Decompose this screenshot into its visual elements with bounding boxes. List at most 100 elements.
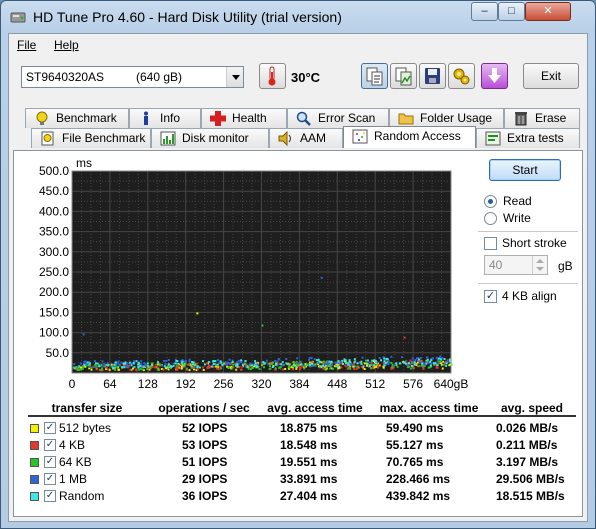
title-bar[interactable]: HD Tune Pro 4.60 - Hard Disk Utility (tr…: [1, 1, 595, 33]
tab-health[interactable]: Health: [201, 108, 287, 128]
series-checkbox[interactable]: ✓: [44, 456, 56, 468]
tab-folder-usage[interactable]: Folder Usage: [389, 108, 504, 128]
short-stroke-spinner[interactable]: 40: [484, 255, 548, 275]
data-point: [177, 365, 180, 368]
series-checkbox[interactable]: ✓: [44, 439, 56, 451]
data-point: [165, 360, 168, 362]
series-checkbox[interactable]: ✓: [44, 490, 56, 502]
data-point: [449, 360, 451, 363]
data-point: [196, 368, 199, 371]
drive-select[interactable]: ST9640320AS (640 gB): [21, 66, 244, 88]
data-point: [267, 363, 270, 366]
download-button[interactable]: [481, 63, 508, 89]
header-avg-access: avg. access time: [267, 401, 363, 415]
exit-button[interactable]: Exit: [523, 63, 579, 89]
data-point: [217, 368, 220, 371]
data-point: [216, 367, 218, 370]
header-transfer-size: transfer size: [51, 401, 123, 415]
options-button[interactable]: [448, 63, 475, 89]
data-point: [274, 367, 277, 370]
spinner-arrows-icon[interactable]: [532, 256, 547, 274]
data-point: [348, 359, 351, 362]
data-point: [99, 369, 102, 372]
data-point: [135, 368, 138, 371]
tab-extra-tests[interactable]: Extra tests: [476, 128, 580, 148]
data-point: [425, 356, 428, 359]
tab-label: AAM: [300, 131, 327, 145]
data-point: [419, 361, 422, 364]
data-point: [103, 362, 106, 365]
data-point: [421, 362, 424, 365]
max-access-value: 228.466 ms: [386, 472, 451, 486]
data-point: [328, 360, 331, 363]
avg-access-value: 18.875 ms: [280, 421, 338, 435]
read-radio[interactable]: [484, 195, 497, 208]
data-point: [120, 361, 123, 364]
data-point: [117, 360, 120, 363]
data-point: [254, 360, 257, 363]
write-radio[interactable]: [484, 212, 497, 225]
max-access-value: 439.842 ms: [386, 489, 451, 503]
data-point: [170, 365, 173, 368]
start-button[interactable]: Start: [489, 159, 561, 181]
data-point: [360, 362, 363, 365]
tab-disk-monitor[interactable]: Disk monitor: [151, 128, 269, 148]
data-point: [300, 361, 303, 364]
data-point: [265, 359, 268, 362]
menu-file[interactable]: File: [17, 38, 36, 52]
extra-tests-icon: [485, 131, 501, 146]
save-button[interactable]: [419, 63, 446, 89]
chevron-down-icon[interactable]: [226, 67, 243, 87]
drive-name: ST9640320AS: [26, 70, 105, 84]
data-point: [73, 363, 76, 366]
short-stroke-checkbox[interactable]: [484, 237, 497, 250]
series-checkbox[interactable]: ✓: [44, 422, 56, 434]
tab-file-benchmark[interactable]: File Benchmark: [31, 128, 151, 148]
data-point: [393, 364, 396, 367]
data-point: [373, 359, 376, 362]
data-point: [341, 359, 344, 362]
data-point: [121, 366, 124, 369]
avg-access-value: 33.891 ms: [280, 472, 338, 486]
data-point: [345, 362, 348, 365]
copy-image-button[interactable]: [390, 63, 417, 89]
tab-benchmark[interactable]: Benchmark: [25, 108, 129, 128]
data-point: [141, 368, 144, 371]
data-point: [129, 368, 132, 371]
data-point: [414, 359, 417, 362]
data-point: [368, 365, 371, 368]
data-point: [254, 362, 257, 364]
tab-random-access[interactable]: Random Access: [343, 126, 476, 148]
close-button[interactable]: ✕: [525, 2, 571, 21]
data-point: [118, 364, 121, 367]
menu-help[interactable]: Help: [54, 38, 79, 52]
data-point: [174, 367, 177, 370]
data-point: [449, 358, 451, 361]
tab-erase[interactable]: Erase: [504, 108, 580, 128]
y-tick-label: 250.0: [39, 265, 69, 279]
maximize-button[interactable]: □: [498, 2, 525, 21]
tab-label: Folder Usage: [420, 111, 493, 125]
minimize-button[interactable]: –: [471, 2, 498, 21]
data-point: [172, 364, 175, 367]
data-point: [73, 367, 76, 370]
tab-error-scan[interactable]: Error Scan: [287, 108, 389, 128]
data-point: [106, 362, 109, 365]
data-point: [391, 366, 394, 369]
align-checkbox[interactable]: ✓: [484, 290, 497, 303]
max-access-value: 59.490 ms: [386, 421, 444, 435]
tab-label: File Benchmark: [62, 131, 146, 145]
data-point: [300, 363, 303, 366]
data-point: [314, 364, 317, 367]
data-point: [255, 365, 258, 368]
data-point: [324, 367, 327, 370]
data-point: [112, 367, 114, 370]
copy-text-button[interactable]: [361, 63, 388, 89]
data-point: [332, 367, 335, 370]
tab-info[interactable]: Info: [129, 108, 201, 128]
data-point: [353, 358, 356, 361]
data-point: [335, 365, 338, 368]
tab-aam[interactable]: AAM: [269, 128, 343, 148]
temperature-button[interactable]: [259, 63, 286, 89]
series-checkbox[interactable]: ✓: [44, 473, 56, 485]
